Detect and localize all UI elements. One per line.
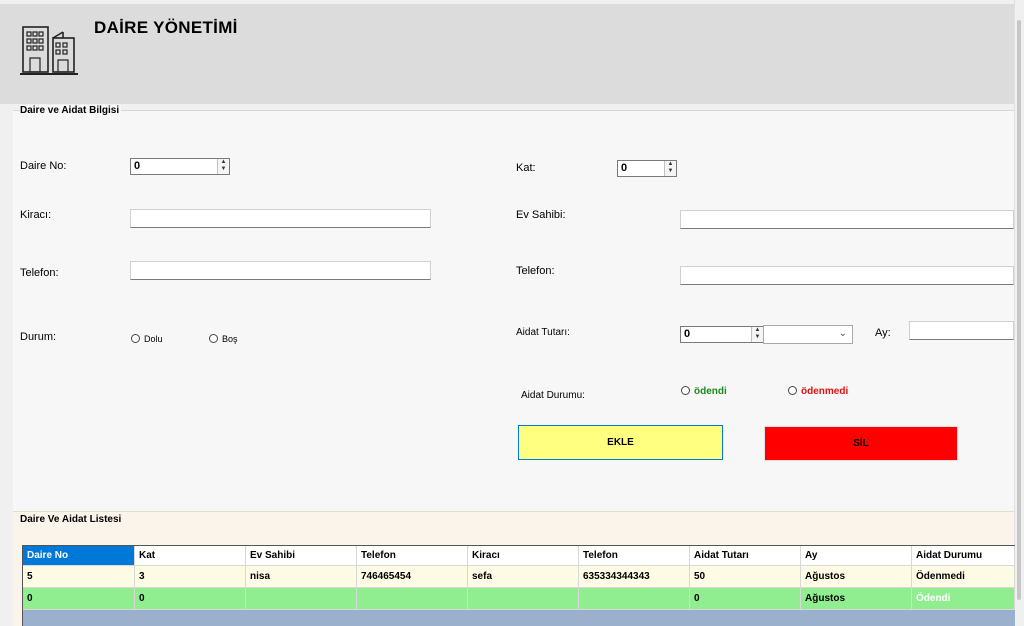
column-header-telefon-2[interactable]: Telefon [579,546,690,566]
list-group-label: Daire Ve Aidat Listesi [20,514,124,525]
odenmedi-radio[interactable] [788,386,797,395]
dolu-radio[interactable] [131,334,140,343]
aidat-tutari-label: Aidat Tutarı: [516,327,570,338]
scrollbar-thumb[interactable] [1017,20,1021,600]
page-title: DAİRE YÖNETİMİ [94,18,238,37]
table-cell[interactable]: 50 [690,566,801,588]
stepper-up-icon[interactable]: ▲ [665,161,676,168]
chevron-down-icon[interactable]: ⌄ [839,328,847,339]
ay-label: Ay: [875,327,891,339]
data-grid[interactable]: Daire No Kat Ev Sahibi Telefon Kiracı Te… [22,545,1015,626]
kat-label: Kat: [516,162,536,174]
table-cell[interactable]: Ödenmedi [912,566,1015,588]
odenmedi-radio-label[interactable]: ödenmedi [801,386,848,397]
aidat-durumu-label: Aidat Durumu: [521,390,585,401]
aidat-tutari-stepper[interactable]: 0 ▲ ▼ [680,326,764,343]
daire-no-value: 0 [134,160,141,172]
table-cell[interactable]: nisa [246,566,357,588]
column-header-telefon[interactable]: Telefon [357,546,468,566]
durum-label: Durum: [20,331,57,343]
kat-stepper[interactable]: 0 ▲ ▼ [617,160,677,177]
stepper-down-icon[interactable]: ▼ [752,334,763,341]
table-cell[interactable]: Ödendi [912,588,1015,610]
telefon-right-label: Telefon: [516,265,555,277]
bos-radio[interactable] [209,334,218,343]
odendi-radio[interactable] [681,386,690,395]
kiraci-input[interactable] [130,209,431,228]
ekle-button[interactable]: EKLE [518,425,723,460]
daire-no-label: Daire No: [20,160,67,172]
bos-radio-label[interactable]: Boş [222,334,238,344]
ev-sahibi-input[interactable] [680,210,1014,229]
table-cell[interactable]: 746465454 [357,566,468,588]
stepper-down-icon[interactable]: ▼ [218,166,229,173]
table-cell[interactable]: 0 [23,588,135,610]
dolu-radio-label[interactable]: Dolu [144,334,163,344]
table-cell[interactable]: 5 [23,566,135,588]
table-cell[interactable] [357,588,468,610]
telefon-right-input[interactable] [680,266,1014,285]
info-group-label: Daire ve Aidat Bilgisi [20,105,122,116]
stepper-up-icon[interactable]: ▲ [752,327,763,334]
column-header-ay[interactable]: Ay [801,546,912,566]
kat-value: 0 [621,162,628,174]
table-row[interactable]: 0 0 0 Ağustos Ödendi [23,588,1015,610]
stepper-up-icon[interactable]: ▲ [218,159,229,166]
table-cell[interactable]: 0 [135,588,246,610]
building-icon [20,24,78,76]
table-cell[interactable]: 3 [135,566,246,588]
telefon-left-label: Telefon: [20,267,59,279]
table-cell[interactable]: 635334344343 [579,566,690,588]
column-header-daire-no[interactable]: Daire No [23,546,135,566]
ev-sahibi-label: Ev Sahibi: [516,209,566,221]
ay-input[interactable] [909,321,1014,340]
table-cell[interactable] [468,588,579,610]
aidat-combo[interactable]: ⌄ [763,325,853,344]
grid-header-row: Daire No Kat Ev Sahibi Telefon Kiracı Te… [23,546,1015,566]
table-cell[interactable] [579,588,690,610]
kiraci-label: Kiracı: [20,209,52,221]
telefon-left-input[interactable] [130,261,431,280]
column-header-kiraci[interactable]: Kiracı [468,546,579,566]
odendi-radio-label[interactable]: ödendi [694,386,727,397]
daire-no-stepper[interactable]: 0 ▲ ▼ [130,158,230,175]
column-header-aidat-tutari[interactable]: Aidat Tutarı [690,546,801,566]
stepper-down-icon[interactable]: ▼ [665,168,676,175]
table-cell[interactable]: 0 [690,588,801,610]
table-row[interactable]: 5 3 nisa 746465454 sefa 635334344343 50 … [23,566,1015,588]
table-cell[interactable] [246,588,357,610]
aidat-tutari-value: 0 [684,328,691,340]
table-cell[interactable]: Ağustos [801,588,912,610]
column-header-kat[interactable]: Kat [135,546,246,566]
sil-button[interactable]: SİL [764,426,958,461]
column-header-aidat-durumu[interactable]: Aidat Durumu [912,546,1015,566]
table-cell[interactable]: sefa [468,566,579,588]
table-cell[interactable]: Ağustos [801,566,912,588]
column-header-ev-sahibi[interactable]: Ev Sahibi [246,546,357,566]
